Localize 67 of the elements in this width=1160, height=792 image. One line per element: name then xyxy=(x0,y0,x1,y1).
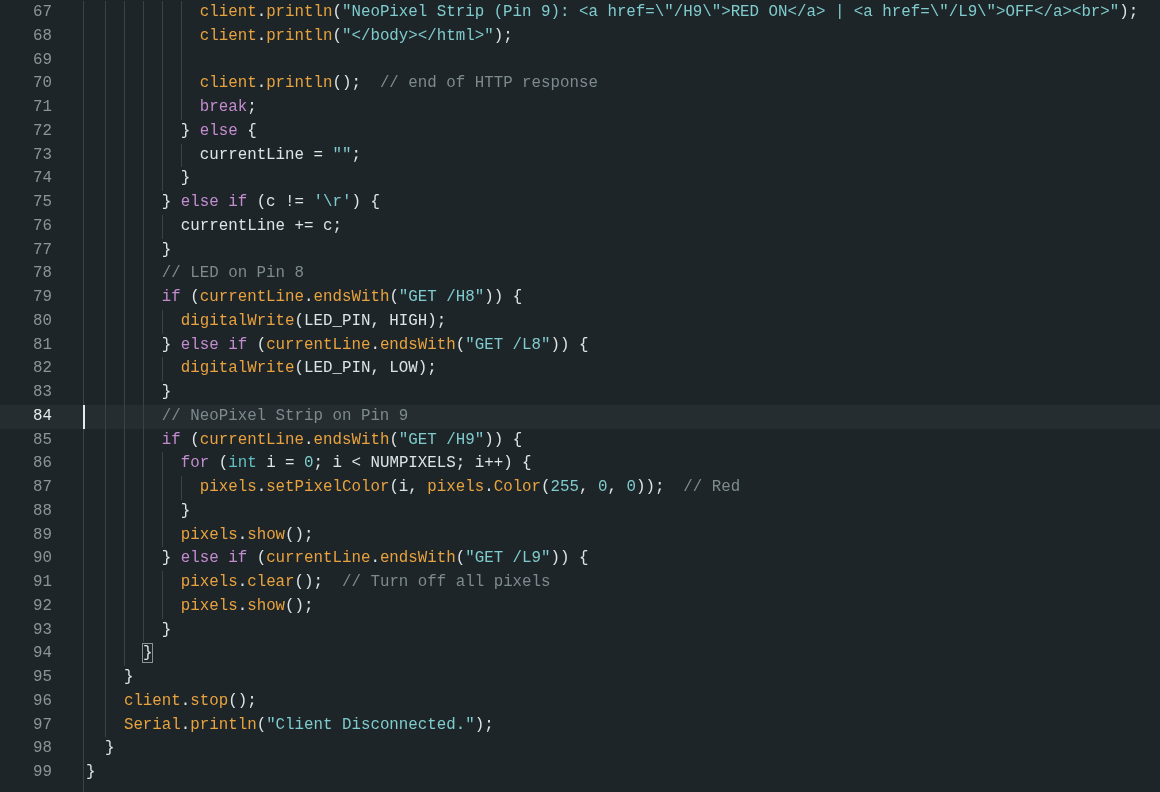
line-number: 70 xyxy=(33,74,52,93)
line-number: 67 xyxy=(33,3,52,21)
line-number: 71 xyxy=(33,98,52,116)
line-number: 91 xyxy=(33,573,52,591)
line-number: 86 xyxy=(33,454,52,473)
line-number: 78 xyxy=(33,264,52,283)
code-line: } xyxy=(161,619,172,641)
code-line: break; xyxy=(199,97,257,118)
line-number: 80 xyxy=(33,311,52,330)
code-line: } xyxy=(86,762,96,783)
line-number: 89 xyxy=(33,525,52,544)
code-line: } xyxy=(142,643,153,665)
line-number: 82 xyxy=(33,359,52,378)
code-line: Serial.println("Client Disconnected."); xyxy=(123,714,494,736)
line-number: 99 xyxy=(33,763,52,781)
line-number: 81 xyxy=(33,335,52,354)
code-line: // LED on Pin 8 xyxy=(161,263,305,285)
code-line: pixels.clear(); // Turn off all pixels xyxy=(180,572,551,593)
code-line: client.stop(); xyxy=(123,690,257,712)
code-line: } else if (currentLine.endsWith("GET /L8")) { xyxy=(161,334,589,356)
code-line: currentLine = ""; xyxy=(199,144,361,166)
code-line: pixels.show(); xyxy=(180,595,314,617)
code-line: pixels.setPixelColor(i, pixels.Color(255, 0, 0)); // Red xyxy=(199,477,741,498)
code-line: } xyxy=(161,382,172,403)
code-line: // NeoPixel Strip on Pin 9 xyxy=(161,405,409,427)
line-number: 98 xyxy=(33,739,52,758)
code-line: } xyxy=(180,168,191,190)
code-line: client.println(); // end of HTTP response xyxy=(199,73,598,95)
code-line: } xyxy=(123,667,134,688)
line-number: 95 xyxy=(33,668,52,686)
code-line: if (currentLine.endsWith("GET /H9")) { xyxy=(161,429,523,451)
line-number: 85 xyxy=(33,430,52,449)
line-number: 88 xyxy=(33,501,52,520)
line-number: 73 xyxy=(33,145,52,164)
code-line: digitalWrite(LED_PIN, LOW); xyxy=(180,358,437,380)
line-number: 83 xyxy=(33,383,52,401)
code-line: client.println("</body></html>"); xyxy=(199,25,513,47)
line-number: 77 xyxy=(33,240,52,259)
code-line: currentLine += c; xyxy=(180,215,342,237)
line-number: 90 xyxy=(33,549,52,568)
text-cursor xyxy=(83,404,85,429)
code-line: } else { xyxy=(180,120,257,142)
code-line: } xyxy=(104,738,115,760)
line-number: 96 xyxy=(33,691,52,710)
code-line: } else if (c != '\r') { xyxy=(161,192,380,213)
code-line: client.println("NeoPixel Strip (Pin 9): <a href=\"/H9\">RED ON</a> | <a href=\"/L9\">OFF</a><br>"); xyxy=(199,2,1139,23)
line-number: 93 xyxy=(33,620,52,639)
line-number: 74 xyxy=(33,169,52,188)
code-line: pixels.show(); xyxy=(180,524,314,546)
code-line: } else if (currentLine.endsWith("GET /L9")) { xyxy=(161,548,589,570)
code-line: if (currentLine.endsWith("GET /H8")) { xyxy=(161,287,523,308)
line-number: 69 xyxy=(33,50,52,69)
line-number: 84 xyxy=(33,406,52,425)
code-line: } xyxy=(180,500,191,522)
code-line: digitalWrite(LED_PIN, HIGH); xyxy=(180,310,447,332)
code-line: for (int i = 0; i < NUMPIXELS; i++) { xyxy=(180,453,532,475)
line-number: 76 xyxy=(33,216,52,235)
line-number: 87 xyxy=(33,478,52,496)
line-number: 75 xyxy=(33,193,52,211)
line-number: 92 xyxy=(33,596,52,615)
code-editor[interactable] xyxy=(0,0,1160,792)
line-number: 72 xyxy=(33,121,52,140)
line-number: 97 xyxy=(33,715,52,734)
line-number: 68 xyxy=(33,26,52,45)
line-number: 79 xyxy=(33,288,52,306)
line-number: 94 xyxy=(33,644,52,663)
code-line: } xyxy=(161,239,172,261)
